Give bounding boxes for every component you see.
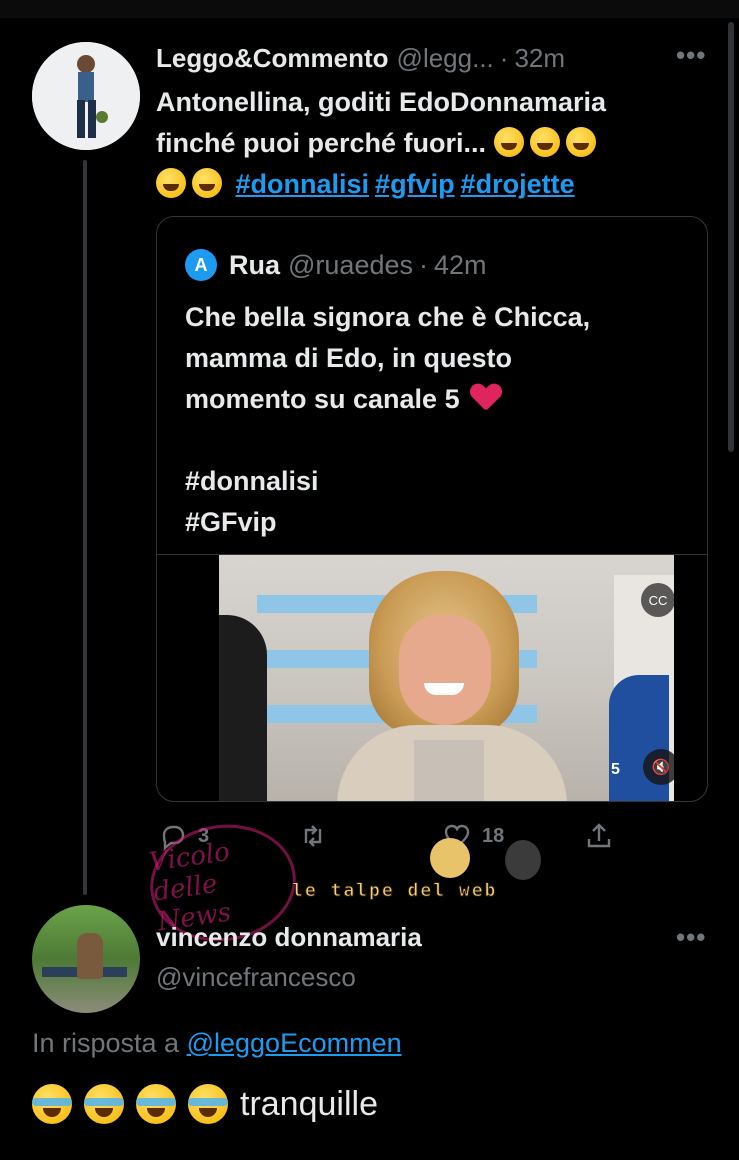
retweet-icon bbox=[304, 825, 322, 847]
tears-of-joy-emoji-icon bbox=[188, 1084, 228, 1124]
retweet-button[interactable] bbox=[298, 816, 338, 856]
laughing-emoji-icon bbox=[156, 168, 186, 198]
author-handle[interactable]: @legg... bbox=[397, 43, 494, 74]
tweet-text: Antonellina, goditi EdoDonnamaria finché… bbox=[156, 82, 701, 205]
quote-hashtag: #donnalisi bbox=[185, 466, 319, 496]
laughing-emoji-icon bbox=[192, 168, 222, 198]
reply-body-text: tranquille bbox=[240, 1084, 378, 1123]
quote-avatar: A bbox=[185, 249, 217, 281]
tears-of-joy-emoji-icon bbox=[136, 1084, 176, 1124]
reply-context: In risposta a @leggoEcommen bbox=[32, 1028, 402, 1059]
hashtag-link[interactable]: #donnalisi bbox=[236, 169, 370, 199]
laughing-emoji-icon bbox=[565, 127, 596, 157]
quote-text: Che bella signora che è Chicca, mamma di… bbox=[185, 297, 685, 543]
author-name[interactable]: Leggo&Commento bbox=[156, 43, 389, 74]
reply-to-prefix: In risposta a bbox=[32, 1028, 180, 1058]
quote-author-name: Rua bbox=[229, 249, 281, 280]
tweet-time[interactable]: 32m bbox=[514, 43, 565, 74]
avatar[interactable] bbox=[32, 905, 140, 1013]
quoted-tweet-card[interactable]: A Rua @ruaedes · 42m Che bella signora c… bbox=[156, 216, 708, 802]
video-person-face bbox=[399, 615, 491, 725]
avatar-person bbox=[77, 933, 103, 979]
scrollbar[interactable] bbox=[728, 22, 734, 452]
hashtag-link[interactable]: #gfvip bbox=[375, 169, 455, 199]
more-options-icon[interactable]: ••• bbox=[676, 40, 706, 71]
like-count: 18 bbox=[482, 824, 505, 847]
avatar[interactable] bbox=[32, 42, 140, 150]
tears-of-joy-emoji-icon bbox=[84, 1084, 124, 1124]
quote-time: 42m bbox=[434, 249, 487, 280]
share-icon bbox=[587, 823, 611, 848]
reply-text: tranquille bbox=[32, 1084, 378, 1124]
status-bar bbox=[0, 0, 739, 18]
video-person-shadow bbox=[219, 615, 267, 801]
hashtag-link[interactable]: #drojette bbox=[461, 169, 575, 199]
video-player[interactable]: CC 5 🔇 bbox=[219, 555, 674, 801]
watermark-banner: le talpe del web bbox=[291, 880, 498, 902]
separator: · bbox=[419, 249, 428, 280]
tweet-text-line1: Antonellina, goditi EdoDonnamaria bbox=[156, 87, 607, 117]
reply-to-link[interactable]: @leggoEcommen bbox=[187, 1028, 402, 1058]
tears-of-joy-emoji-icon bbox=[32, 1084, 72, 1124]
mute-icon[interactable]: 🔇 bbox=[643, 749, 674, 785]
quote-line: momento su canale 5 bbox=[185, 379, 685, 420]
share-button[interactable] bbox=[584, 816, 624, 856]
video-person-shirt bbox=[414, 740, 484, 801]
red-heart-icon bbox=[471, 384, 501, 412]
more-options-icon[interactable]: ••• bbox=[676, 922, 706, 953]
quote-header: A Rua @ruaedes · 42m bbox=[185, 249, 487, 281]
watermark-character bbox=[505, 840, 541, 880]
quote-author-handle: @ruaedes bbox=[288, 249, 413, 280]
reply-author-handle[interactable]: @vincefrancesco bbox=[156, 962, 356, 993]
thread-line bbox=[83, 160, 87, 895]
captions-icon[interactable]: CC bbox=[641, 583, 674, 617]
reply-author-name[interactable]: vincenzo donnamaria bbox=[156, 922, 422, 953]
quote-line-text: momento su canale 5 bbox=[185, 384, 460, 414]
quote-line: mamma di Edo, in questo bbox=[185, 343, 513, 373]
laughing-emoji-icon bbox=[529, 127, 560, 157]
quote-hashtag: #GFvip bbox=[185, 507, 277, 537]
tweet-header: Leggo&Commento @legg... · 32m bbox=[156, 40, 565, 76]
video-person-smile bbox=[424, 683, 464, 695]
separator: · bbox=[499, 42, 509, 73]
tweet-text-line2: finché puoi perché fuori... bbox=[156, 128, 487, 158]
laughing-emoji-icon bbox=[493, 127, 524, 157]
quote-line: Che bella signora che è Chicca, bbox=[185, 302, 591, 332]
watermark-character bbox=[430, 838, 470, 878]
channel-logo: 5 bbox=[611, 761, 620, 778]
